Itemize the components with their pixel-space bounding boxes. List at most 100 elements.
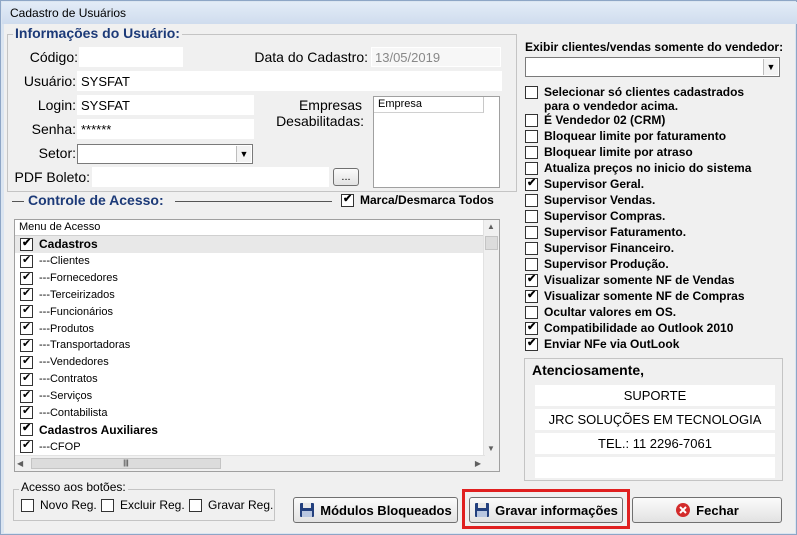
excluir-reg-checkbox[interactable]: Excluir Reg.: [101, 498, 185, 512]
access-menu-checkbox[interactable]: [20, 388, 33, 403]
access-menu-item[interactable]: ---Vendedores: [15, 354, 485, 371]
option-checkbox[interactable]: Bloquear limite por atraso: [525, 145, 693, 159]
access-menu-checkbox[interactable]: [20, 303, 33, 319]
browse-button[interactable]: ...: [333, 168, 359, 186]
chevron-down-icon[interactable]: ▼: [236, 146, 251, 162]
option-label: Supervisor Vendas.: [544, 193, 656, 207]
option-checkbox[interactable]: Supervisor Financeiro.: [525, 241, 674, 255]
option-box[interactable]: [525, 272, 538, 287]
option-checkbox[interactable]: Ocultar valores em OS.: [525, 305, 676, 319]
option-box[interactable]: [525, 226, 538, 239]
option-box[interactable]: [525, 162, 538, 175]
codigo-field[interactable]: [79, 47, 183, 67]
access-menu-item[interactable]: Cadastros: [15, 236, 485, 253]
access-menu-item[interactable]: ---CFOP: [15, 438, 485, 455]
access-menu-item[interactable]: ---Terceirizados: [15, 286, 485, 304]
option-checkbox[interactable]: Atualiza preços no inicio do sistema: [525, 161, 751, 175]
access-control-title: Controle de Acesso:: [26, 192, 166, 208]
empresa-column-header[interactable]: Empresa: [374, 97, 484, 113]
option-checkbox[interactable]: Visualizar somente NF de Compras: [525, 288, 745, 303]
gravar-reg-box[interactable]: [189, 498, 202, 512]
option-label-wrap: Bloquear limite por atraso: [544, 145, 693, 159]
option-box[interactable]: [525, 242, 538, 255]
scroll-down-icon[interactable]: ▼: [487, 444, 495, 453]
vertical-scrollbar[interactable]: ▲ ▼: [483, 220, 499, 471]
excluir-reg-box[interactable]: [101, 498, 114, 512]
toggle-all-checkbox[interactable]: Marca/Desmarca Todos: [341, 192, 494, 207]
option-checkbox[interactable]: Compatibilidade ao Outlook 2010: [525, 320, 733, 335]
access-menu-item[interactable]: ---Fornecedores: [15, 270, 485, 287]
option-checkbox[interactable]: Selecionar só clientes cadastrados para o…: [525, 85, 744, 113]
option-checkbox[interactable]: Bloquear limite por faturamento: [525, 129, 726, 143]
novo-reg-box[interactable]: [21, 498, 34, 512]
option-box[interactable]: [525, 146, 538, 159]
option-checkbox[interactable]: Supervisor Vendas.: [525, 193, 655, 207]
option-checkbox[interactable]: Supervisor Faturamento.: [525, 225, 686, 239]
scroll-up-icon[interactable]: ▲: [487, 222, 495, 231]
option-label: Enviar NFe via OutLook: [544, 337, 680, 351]
horizontal-scrollbar[interactable]: ◀ ||| ▶: [15, 455, 485, 471]
access-menu-item[interactable]: ---Clientes: [15, 253, 485, 270]
access-menu-item[interactable]: ---Produtos: [15, 320, 485, 337]
access-menu-checkbox[interactable]: [20, 354, 33, 369]
access-menu-item[interactable]: ---Serviços: [15, 388, 485, 405]
access-menu-checkbox[interactable]: [20, 320, 33, 336]
option-box[interactable]: [525, 288, 538, 303]
access-menu-item[interactable]: ---Contratos: [15, 371, 485, 388]
option-checkbox[interactable]: Supervisor Produção.: [525, 257, 669, 271]
option-box[interactable]: [525, 306, 538, 319]
setor-dropdown[interactable]: ▼: [77, 144, 253, 164]
option-checkbox[interactable]: Visualizar somente NF de Vendas: [525, 272, 735, 287]
option-checkbox[interactable]: Supervisor Compras.: [525, 209, 665, 223]
empresas-list[interactable]: Empresa: [373, 96, 500, 188]
access-menu-item[interactable]: ---Contabilista: [15, 404, 485, 421]
gravar-informacoes-button[interactable]: Gravar informações: [469, 497, 623, 523]
access-menu-checkbox[interactable]: [20, 236, 33, 251]
toggle-all-box[interactable]: [341, 192, 354, 207]
access-menu-checkbox[interactable]: [20, 371, 33, 386]
gravar-reg-checkbox[interactable]: Gravar Reg.: [189, 498, 273, 512]
access-menu-checkbox[interactable]: [20, 270, 33, 285]
hscroll-thumb[interactable]: |||: [31, 458, 221, 469]
usuario-field[interactable]: SYSFAT: [77, 71, 502, 91]
access-menu-checkbox[interactable]: [20, 404, 33, 420]
app-window: Cadastro de Usuários Informações do Usuá…: [0, 0, 797, 535]
access-menu-list[interactable]: Menu de Acesso Cadastros ---Clientes ---Fo…: [14, 219, 500, 472]
option-checkbox[interactable]: É Vendedor 02 (CRM): [525, 113, 665, 127]
option-box[interactable]: [525, 320, 538, 335]
fechar-button[interactable]: Fechar: [632, 497, 782, 523]
scroll-right-icon[interactable]: ▶: [475, 459, 481, 468]
senha-field[interactable]: ******: [77, 119, 254, 139]
access-menu-checkbox[interactable]: [20, 438, 33, 454]
option-checkbox[interactable]: Supervisor Geral.: [525, 176, 644, 191]
form-body: Informações do Usuário: Código: Data do …: [4, 24, 795, 533]
scroll-left-icon[interactable]: ◀: [17, 459, 23, 468]
option-checkbox[interactable]: Enviar NFe via OutLook: [525, 336, 680, 351]
modulos-bloqueados-button[interactable]: Módulos Bloqueados: [293, 497, 458, 523]
access-menu-item[interactable]: Cadastros Auxiliares: [15, 421, 485, 438]
access-menu-checkbox[interactable]: [20, 253, 33, 268]
close-icon: [676, 503, 691, 517]
option-box[interactable]: [525, 194, 538, 207]
chevron-down-icon[interactable]: ▼: [763, 59, 778, 75]
option-box[interactable]: [525, 258, 538, 271]
access-menu-checkbox[interactable]: [20, 337, 33, 352]
novo-reg-checkbox[interactable]: Novo Reg.: [21, 498, 97, 512]
option-label: Supervisor Produção.: [544, 257, 669, 271]
gravar-informacoes-label: Gravar informações: [495, 502, 618, 518]
scroll-thumb[interactable]: [485, 236, 498, 250]
login-field[interactable]: SYSFAT: [77, 95, 254, 115]
access-menu-item[interactable]: ---Transportadoras: [15, 337, 485, 354]
option-box[interactable]: [525, 336, 538, 351]
vendor-filter-dropdown[interactable]: ▼: [525, 57, 780, 77]
access-menu-header: Menu de Acesso: [15, 220, 485, 236]
option-box[interactable]: [525, 130, 538, 143]
option-box[interactable]: [525, 210, 538, 223]
option-box[interactable]: [525, 86, 538, 99]
pdf-boleto-field[interactable]: [92, 167, 329, 187]
option-box[interactable]: [525, 114, 538, 127]
option-box[interactable]: [525, 176, 538, 191]
access-menu-checkbox[interactable]: [20, 421, 33, 437]
access-menu-checkbox[interactable]: [20, 286, 33, 302]
access-menu-item[interactable]: ---Funcionários: [15, 303, 485, 320]
